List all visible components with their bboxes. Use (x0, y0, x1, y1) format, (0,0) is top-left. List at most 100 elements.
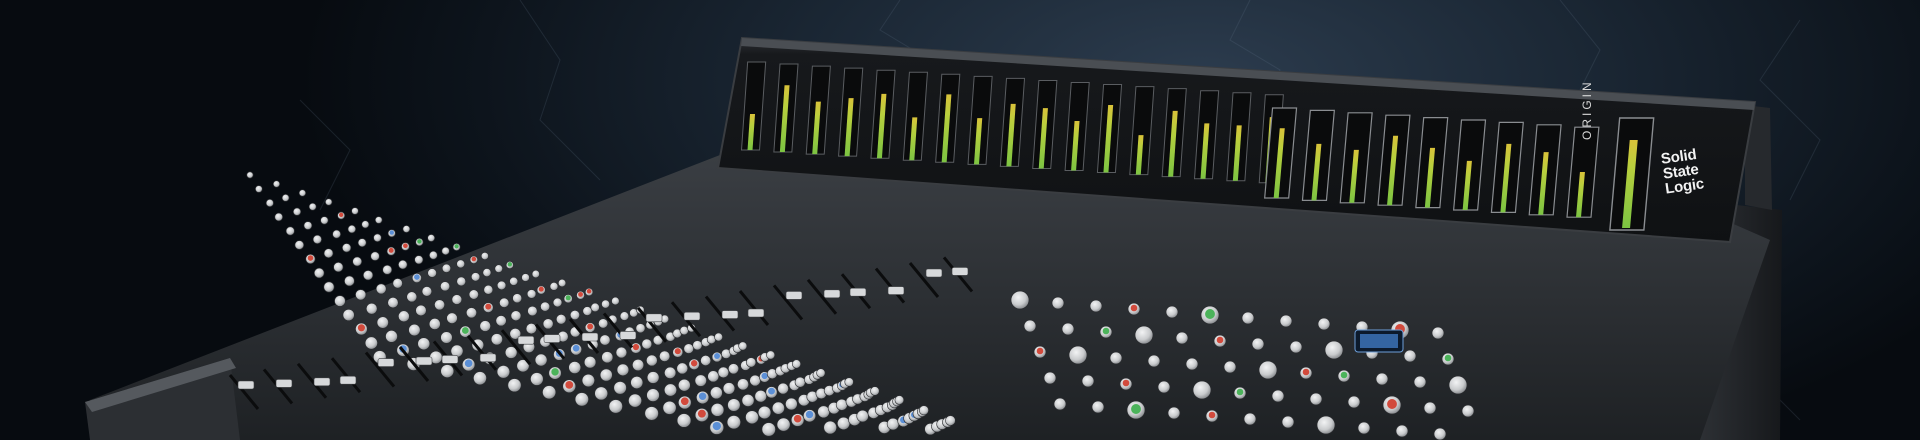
centre-knob (1185, 357, 1199, 371)
fader-cap (747, 308, 765, 318)
knob (417, 337, 431, 351)
knob (355, 289, 367, 301)
knob-cap (389, 230, 394, 235)
knob-cap (538, 286, 544, 292)
knob (628, 393, 642, 408)
fader-cap (313, 377, 331, 387)
knob-cap (1340, 371, 1348, 379)
knob (761, 422, 776, 437)
knob (816, 368, 826, 378)
fader-cap (887, 286, 905, 295)
knob-cap (507, 262, 513, 267)
knob-cap (1444, 354, 1452, 362)
knob (766, 350, 776, 360)
knob (641, 338, 653, 350)
knob-cap (632, 343, 640, 351)
knob (365, 302, 378, 315)
knob (727, 398, 741, 412)
knob (662, 400, 677, 415)
knob (540, 301, 551, 312)
fader-cap (377, 358, 395, 367)
knob (509, 276, 519, 286)
knob (741, 394, 755, 407)
centre-knob (1309, 392, 1323, 406)
fader-cap (925, 268, 943, 278)
knob-cap (698, 392, 707, 400)
knob (361, 220, 370, 229)
knob (722, 382, 736, 395)
knob (428, 318, 441, 330)
knob (351, 207, 359, 215)
knob (308, 202, 317, 211)
knob-cap (414, 274, 420, 280)
knob (646, 371, 660, 384)
knob (630, 376, 644, 389)
fader-cap (619, 331, 637, 340)
knob (382, 264, 393, 275)
knob (392, 278, 403, 289)
knob (446, 312, 458, 324)
centre-knob (1347, 395, 1361, 409)
knob (470, 272, 481, 282)
centre-knob (1413, 375, 1427, 389)
knob (894, 395, 905, 405)
knob (601, 351, 614, 364)
knob (265, 199, 274, 208)
model-label: ORIGIN (1580, 79, 1594, 140)
knob (683, 343, 694, 354)
knob (246, 171, 254, 179)
knob-cap (1236, 388, 1244, 396)
knob (676, 413, 692, 428)
centre-knob (1010, 290, 1030, 310)
fader-cap (823, 289, 841, 299)
centre-knob (1316, 415, 1336, 435)
knob (837, 416, 851, 430)
knob (357, 238, 367, 248)
knob (496, 280, 507, 291)
knob (615, 346, 628, 359)
knob (746, 357, 757, 368)
knob (385, 330, 398, 343)
knob (754, 390, 767, 403)
centre-knob (1403, 349, 1417, 363)
knob (749, 374, 761, 387)
fader-cap (951, 267, 969, 276)
knob (402, 225, 411, 233)
knob (776, 417, 791, 432)
knob (421, 286, 433, 297)
knob (664, 366, 677, 379)
centre-knob (1223, 360, 1237, 374)
knob (496, 365, 511, 379)
knob (531, 269, 540, 279)
knob (414, 255, 424, 265)
knob (594, 386, 609, 401)
knob (521, 273, 530, 282)
knob-cap (674, 348, 681, 355)
knob (694, 374, 707, 387)
knob-cap (1122, 379, 1130, 387)
centre-knob (1147, 354, 1161, 368)
knob (870, 386, 880, 396)
knob (945, 415, 956, 426)
centre-knob (1271, 389, 1285, 403)
knob (473, 371, 487, 386)
knob-cap (1205, 309, 1215, 319)
knob (451, 294, 463, 305)
knob (856, 409, 869, 423)
knob (510, 310, 522, 322)
knob (611, 296, 620, 306)
knob (495, 315, 507, 327)
fader-cap (275, 379, 293, 388)
knob (375, 283, 387, 295)
knob (663, 383, 677, 397)
knob (700, 355, 712, 366)
knob (292, 207, 302, 216)
knob (344, 275, 355, 287)
knob (285, 226, 295, 236)
knob (334, 295, 346, 307)
knob (726, 415, 741, 430)
knob (370, 251, 380, 261)
knob (678, 378, 691, 392)
knob (823, 420, 837, 435)
knob (785, 397, 798, 411)
